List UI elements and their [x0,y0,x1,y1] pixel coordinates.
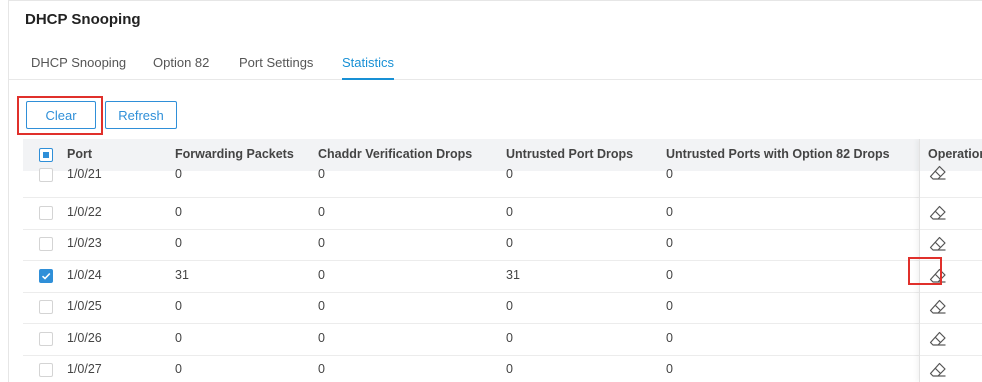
eraser-icon[interactable] [929,362,947,378]
table-row[interactable]: 1/0/24 31 0 31 0 [23,260,982,293]
header-untrusted-ports-option82-drops: Untrusted Ports with Option 82 Drops [666,147,890,161]
cell-untrusted-ports-option82-drops: 0 [666,362,673,376]
cell-chaddr-verification-drops: 0 [318,330,325,345]
header-operation: Operation [928,147,982,161]
table-row[interactable]: 1/0/27 0 0 0 0 [23,354,982,382]
table-row[interactable]: 1/0/25 0 0 0 0 [23,291,982,324]
cell-chaddr-verification-drops: 0 [318,236,325,250]
eraser-icon[interactable] [929,299,947,315]
cell-forwarding-packets: 31 [175,267,189,282]
page-title: DHCP Snooping [25,11,141,28]
operation-cell [920,323,982,356]
cell-untrusted-port-drops: 0 [506,204,513,219]
operation-column: Operation [919,139,982,382]
cell-untrusted-port-drops: 0 [506,167,513,181]
cell-chaddr-verification-drops: 0 [318,167,325,181]
cell-untrusted-ports-option82-drops: 0 [666,299,673,313]
cell-chaddr-verification-drops: 0 [318,204,325,219]
cell-forwarding-packets: 0 [175,330,182,345]
cell-port: 1/0/26 [67,330,102,345]
operation-cell [920,197,982,230]
cell-port: 1/0/24 [67,267,102,282]
operation-cell [920,165,982,198]
tab-port-settings[interactable]: Port Settings [239,55,313,78]
table-row[interactable]: 1/0/22 0 0 0 0 [23,197,982,230]
header-forwarding-packets: Forwarding Packets [175,147,294,161]
row-checkbox[interactable] [39,237,53,251]
cell-forwarding-packets: 0 [175,204,182,219]
cell-untrusted-port-drops: 0 [506,362,513,376]
tab-statistics[interactable]: Statistics [342,55,395,80]
tab-dhcp-snooping[interactable]: DHCP Snooping [31,55,126,78]
cell-forwarding-packets: 0 [175,362,182,376]
cell-forwarding-packets: 0 [175,299,182,313]
cell-forwarding-packets: 0 [175,167,182,181]
eraser-icon[interactable] [929,331,947,347]
row-checkbox[interactable] [39,363,53,377]
cell-chaddr-verification-drops: 0 [318,267,325,282]
eraser-icon[interactable] [929,205,947,221]
cell-untrusted-ports-option82-drops: 0 [666,267,673,282]
refresh-button[interactable]: Refresh [105,101,177,129]
cell-port: 1/0/23 [67,236,102,250]
table-row[interactable]: 1/0/21 0 0 0 0 [23,165,982,198]
row-checkbox[interactable] [39,168,53,182]
clear-button[interactable]: Clear [26,101,96,129]
row-checkbox[interactable] [39,205,53,220]
cell-chaddr-verification-drops: 0 [318,362,325,376]
row-checkbox[interactable] [39,331,53,346]
row-checkbox[interactable] [39,268,53,283]
cell-port: 1/0/22 [67,204,102,219]
cell-forwarding-packets: 0 [175,236,182,250]
cell-chaddr-verification-drops: 0 [318,299,325,313]
statistics-table: Port Forwarding Packets Chaddr Verificat… [23,139,982,382]
header-untrusted-port-drops: Untrusted Port Drops [506,147,634,161]
cell-port: 1/0/27 [67,362,102,376]
cell-untrusted-port-drops: 31 [506,267,520,282]
operation-cell [920,260,982,293]
header-chaddr-verification-drops: Chaddr Verification Drops [318,147,473,161]
cell-untrusted-ports-option82-drops: 0 [666,330,673,345]
header-port: Port [67,147,92,161]
cell-port: 1/0/25 [67,299,102,313]
tab-option-82[interactable]: Option 82 [153,55,209,78]
cell-untrusted-port-drops: 0 [506,299,513,313]
eraser-icon[interactable] [929,268,947,284]
tab-bar: DHCP Snooping Option 82 Port Settings St… [9,45,982,80]
cell-untrusted-port-drops: 0 [506,330,513,345]
operation-cell [920,354,982,382]
row-checkbox[interactable] [39,300,53,314]
cell-untrusted-ports-option82-drops: 0 [666,167,673,181]
cell-untrusted-ports-option82-drops: 0 [666,204,673,219]
operation-cell [920,291,982,324]
table-row[interactable]: 1/0/23 0 0 0 0 [23,228,982,261]
table-row[interactable]: 1/0/26 0 0 0 0 [23,323,982,356]
cell-untrusted-port-drops: 0 [506,236,513,250]
cell-port: 1/0/21 [67,167,102,181]
cell-untrusted-ports-option82-drops: 0 [666,236,673,250]
eraser-icon[interactable] [929,236,947,252]
operation-cell [920,228,982,261]
select-all-checkbox[interactable] [39,148,53,162]
eraser-icon[interactable] [929,165,947,181]
dhcp-snooping-panel: DHCP Snooping DHCP Snooping Option 82 Po… [8,0,982,382]
